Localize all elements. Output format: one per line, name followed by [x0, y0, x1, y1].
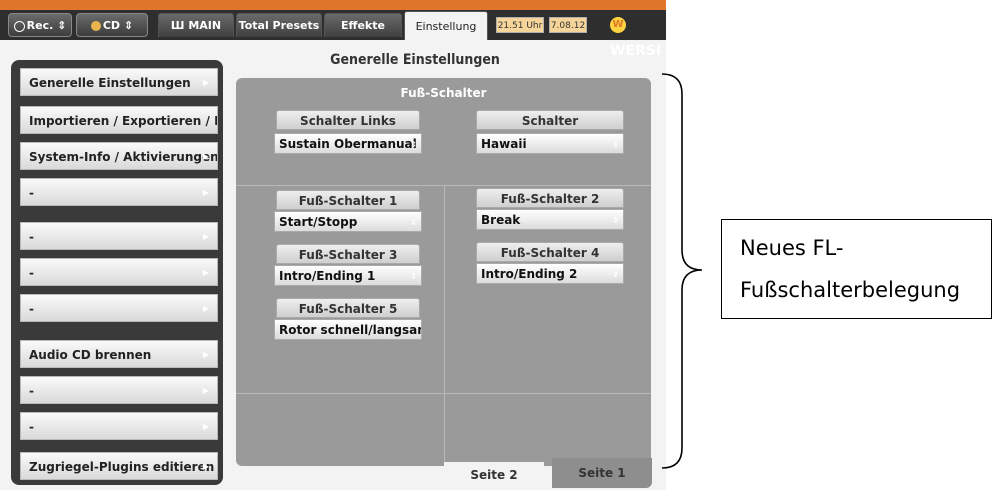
updown-icon: ⇕ [123, 19, 134, 32]
select-value: Intro/Ending 2 [481, 267, 578, 281]
record-icon [13, 20, 25, 32]
sidebar-item-system-info[interactable]: System-Info / Aktivierungen ▶ [20, 142, 218, 170]
fuss-schalter-2-header: Fuß-Schalter 2 [476, 188, 624, 208]
spinner-icon: ⇕ [410, 218, 417, 227]
fuss-schalter-3-select[interactable]: Intro/Ending 1 ⇕ [274, 265, 422, 286]
schalter-rechts-header: Schalter Rechts/Einzel [476, 110, 624, 148]
fuss-schalter-5-select[interactable]: Rotor schnell/langsam [274, 319, 422, 340]
rec-button[interactable]: Rec. ⇕ [8, 13, 72, 37]
sidebar-item-zugriegel-plugins[interactable]: Zugriegel-Plugins editieren ▶ [20, 452, 218, 480]
sidebar-item-empty-5[interactable]: - ▶ [20, 376, 218, 404]
sidebar-item-label: Audio CD brennen [29, 348, 152, 362]
annotation-line-1: Neues FL- [740, 236, 844, 260]
sidebar-item-importieren[interactable]: Importieren / Exportieren / Löschen [20, 106, 218, 134]
tab-einstellung-label: Einstellung [415, 20, 477, 33]
wersi-logo: W WERSI [610, 12, 666, 59]
spinner-icon: ⇕ [612, 140, 619, 149]
sidebar-item-empty-3[interactable]: - ▶ [20, 258, 218, 286]
fuss-schalter-5-header: Fuß-Schalter 5 [276, 298, 420, 318]
sidebar: Generelle Einstellungen ▶ Importieren / E… [11, 60, 223, 485]
fuss-schalter-1-header: Fuß-Schalter 1 [276, 190, 420, 210]
tab-einstellung[interactable]: Einstellung [404, 11, 488, 40]
cd-label: CD [102, 19, 121, 32]
time-display: 21.51 Uhr [496, 17, 544, 33]
rec-label: Rec. [26, 19, 54, 32]
cd-button[interactable]: CD ⇕ [76, 13, 148, 37]
select-value: Rotor schnell/langsam [279, 323, 422, 337]
tab-main[interactable]: Ш MAIN [158, 13, 234, 37]
divider [444, 185, 445, 466]
sidebar-item-audio-cd-brennen[interactable]: Audio CD brennen ▶ [20, 340, 218, 368]
arrow-right-icon: ▶ [202, 232, 209, 241]
sidebar-item-label: - [29, 420, 34, 434]
arrow-right-icon: ▶ [202, 268, 209, 277]
tab-seite-2[interactable]: Seite 2 [444, 462, 544, 488]
sidebar-item-label: Generelle Einstellungen [29, 76, 191, 90]
curly-bracket [661, 73, 703, 469]
sidebar-item-empty-1[interactable]: - ▶ [20, 178, 218, 206]
fuss-schalter-panel: Fuß-Schalter Schalter Links Sustain Ober… [236, 78, 651, 466]
select-value: Break [481, 213, 521, 227]
arrow-right-icon: ▶ [202, 462, 209, 471]
wersi-logo-icon: W [610, 17, 626, 33]
date-display: 7.08.12 [549, 17, 587, 33]
top-toolbar: Rec. ⇕ CD ⇕ Ш MAIN Total Presets Effekte… [0, 0, 666, 59]
tab-main-label: MAIN [188, 19, 222, 32]
sidebar-item-empty-2[interactable]: - ▶ [20, 222, 218, 250]
fuss-schalter-4-select[interactable]: Intro/Ending 2 ⇕ [476, 263, 624, 284]
sidebar-item-label: - [29, 266, 34, 280]
page-title: Generelle Einstellungen [330, 52, 500, 68]
arrow-right-icon: ▶ [202, 422, 209, 431]
tab-total-presets[interactable]: Total Presets [236, 13, 322, 37]
sidebar-item-generelle-einstellungen[interactable]: Generelle Einstellungen ▶ [20, 68, 218, 96]
tab-effekte-label: Effekte [341, 19, 385, 32]
sidebar-item-empty-6[interactable]: - ▶ [20, 412, 218, 440]
arrow-right-icon: ▶ [202, 350, 209, 359]
tab-total-presets-label: Total Presets [238, 19, 320, 32]
divider [236, 393, 651, 394]
select-value: Hawaii [481, 137, 527, 151]
sidebar-item-empty-4[interactable]: - ▶ [20, 294, 218, 322]
sidebar-item-label: Importieren / Exportieren / Löschen [29, 114, 217, 128]
arrow-right-icon: ▶ [202, 386, 209, 395]
panel-title: Fuß-Schalter [400, 86, 487, 100]
tab-effekte[interactable]: Effekte [324, 13, 402, 37]
spinner-icon: ⇕ [612, 270, 619, 279]
wersi-app-window: Rec. ⇕ CD ⇕ Ш MAIN Total Presets Effekte… [0, 0, 666, 490]
annotation-line-2: Fußschalterbelegung [740, 278, 961, 302]
fuss-schalter-4-header: Fuß-Schalter 4 [476, 242, 624, 262]
sidebar-item-label: - [29, 302, 34, 316]
schalter-links-select[interactable]: Sustain Obermanual ⇕ [274, 133, 422, 154]
annotation-box: Neues FL- Fußschalterbelegung [721, 219, 992, 319]
tab-seite-1[interactable]: Seite 1 [552, 458, 652, 488]
arrow-right-icon: ▶ [202, 304, 209, 313]
fuss-schalter-1-select[interactable]: Start/Stopp ⇕ [274, 211, 422, 232]
schalter-links-header: Schalter Links [276, 110, 420, 130]
cd-icon [90, 21, 101, 31]
select-value: Sustain Obermanual [279, 137, 417, 151]
arrow-right-icon: ▶ [202, 78, 209, 87]
updown-icon: ⇕ [57, 19, 67, 32]
spinner-icon: ⇕ [410, 272, 417, 281]
sidebar-item-label: - [29, 230, 34, 244]
sidebar-item-label: System-Info / Aktivierungen [29, 150, 218, 164]
fuss-schalter-3-header: Fuß-Schalter 3 [276, 244, 420, 264]
arrow-right-icon: ▶ [202, 188, 209, 197]
spinner-icon: ⇕ [410, 140, 417, 149]
schalter-rechts-select[interactable]: Hawaii ⇕ [476, 133, 624, 154]
sidebar-item-label: - [29, 384, 34, 398]
spinner-icon: ⇕ [612, 216, 619, 225]
sidebar-item-label: Zugriegel-Plugins editieren [29, 460, 215, 474]
organ-icon: Ш [170, 19, 185, 32]
select-value: Intro/Ending 1 [279, 269, 376, 283]
select-value: Start/Stopp [279, 215, 358, 229]
brand-text: WERSI [610, 43, 662, 59]
sidebar-item-label: - [29, 186, 34, 200]
arrow-right-icon: ▶ [202, 152, 209, 161]
fuss-schalter-2-select[interactable]: Break ⇕ [476, 209, 624, 230]
